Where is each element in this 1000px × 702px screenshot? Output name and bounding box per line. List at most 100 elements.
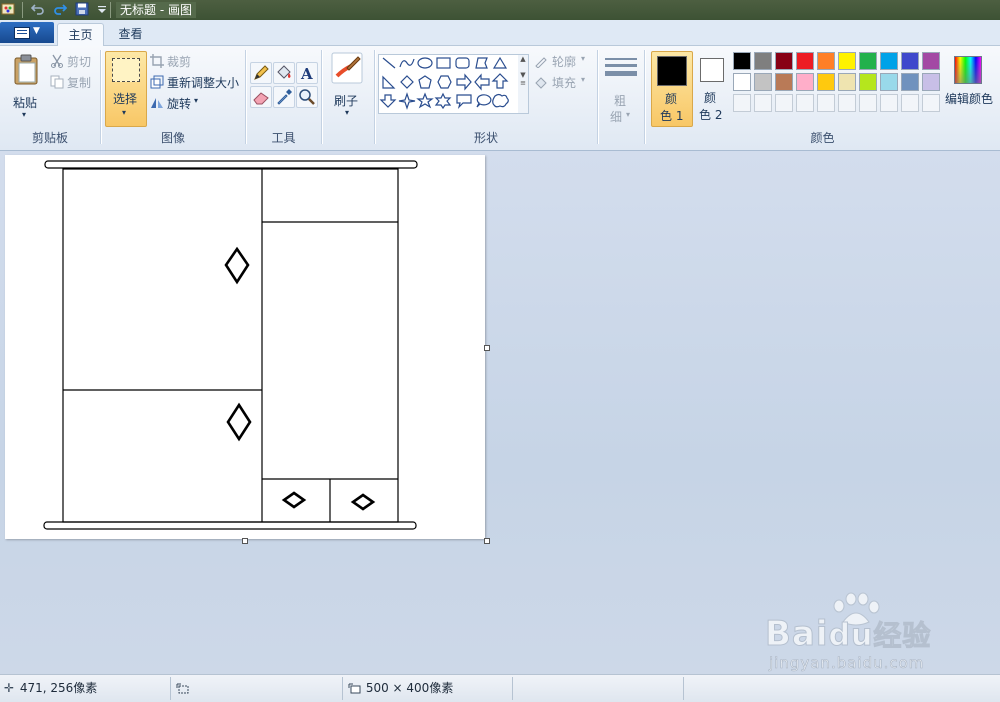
- color-spectrum-icon: [954, 56, 982, 84]
- tab-home[interactable]: 主页: [57, 23, 104, 46]
- magnifier-tool[interactable]: [296, 86, 318, 108]
- brush-icon: [331, 52, 363, 84]
- ribbon-tab-row: ▼ 主页 查看: [0, 20, 1000, 46]
- window-title: 无标题 - 画图: [116, 2, 196, 18]
- canvas-size-icon: [348, 683, 361, 693]
- pencil-tool[interactable]: [250, 62, 272, 84]
- outline-button[interactable]: 轮廓 ▾: [533, 52, 593, 70]
- drawing-canvas[interactable]: [5, 155, 485, 539]
- color-swatch[interactable]: [796, 52, 814, 70]
- chevron-down-icon: ▾: [122, 108, 127, 117]
- colors-group-label: 颜色: [810, 131, 835, 145]
- custom-color-slot[interactable]: [817, 94, 835, 112]
- color-swatch[interactable]: [901, 52, 919, 70]
- canvas-size: 500 × 400像素: [348, 675, 453, 702]
- custom-color-slot[interactable]: [922, 94, 940, 112]
- save-icon[interactable]: [74, 2, 90, 18]
- resize-handle-right[interactable]: [484, 345, 490, 351]
- custom-color-slot[interactable]: [733, 94, 751, 112]
- tab-view[interactable]: 查看: [108, 23, 153, 45]
- brushes-label: 刷子: [334, 94, 359, 108]
- tools-group-label: 工具: [271, 131, 296, 145]
- resize-label: 重新调整大小: [167, 76, 240, 90]
- color-swatch[interactable]: [817, 52, 835, 70]
- select-button[interactable]: 选择 ▾: [105, 51, 147, 127]
- app-icon[interactable]: [0, 2, 16, 18]
- color-swatch[interactable]: [817, 73, 835, 91]
- custom-color-slot[interactable]: [754, 94, 772, 112]
- chevron-down-icon: ▼: [33, 26, 40, 36]
- color-swatch[interactable]: [754, 52, 772, 70]
- color-swatch[interactable]: [922, 73, 940, 91]
- custom-color-slot[interactable]: [901, 94, 919, 112]
- status-bar: ✛ 471, 256像素 500 × 400像素: [0, 674, 1000, 702]
- rotate-label: 旋转: [167, 97, 192, 111]
- clipboard-group-label: 剪贴板: [31, 131, 68, 145]
- chevron-down-icon: ▾: [345, 108, 350, 117]
- redo-icon[interactable]: [52, 2, 68, 18]
- eraser-tool[interactable]: [250, 86, 272, 108]
- cut-button[interactable]: 剪切: [48, 52, 98, 70]
- custom-color-slot[interactable]: [796, 94, 814, 112]
- undo-icon[interactable]: [30, 2, 46, 18]
- crop-button[interactable]: 裁剪: [149, 52, 209, 70]
- text-tool[interactable]: A: [296, 62, 318, 84]
- custom-color-slot[interactable]: [859, 94, 877, 112]
- color1-swatch: [657, 56, 687, 86]
- select-label: 选择: [113, 92, 138, 106]
- color-swatch[interactable]: [796, 73, 814, 91]
- outline-label: 轮廓: [552, 55, 577, 69]
- pencil-icon: [254, 65, 269, 80]
- color-swatch[interactable]: [775, 52, 793, 70]
- color-swatch[interactable]: [733, 73, 751, 91]
- clipboard-icon: [14, 54, 38, 85]
- paste-label: 粘贴: [13, 96, 38, 110]
- outline-icon: [535, 57, 547, 68]
- color-swatch[interactable]: [859, 52, 877, 70]
- handle-diamond: [224, 246, 250, 285]
- color-swatch[interactable]: [838, 73, 856, 91]
- custom-color-slot[interactable]: [775, 94, 793, 112]
- color-swatch[interactable]: [880, 52, 898, 70]
- rotate-button[interactable]: 旋转 ▾: [149, 94, 209, 112]
- handle-diamond: [281, 491, 307, 509]
- edit-colors-button[interactable]: 编辑颜色: [944, 54, 994, 126]
- color1-button[interactable]: 颜 色 1: [651, 51, 693, 127]
- color-swatch[interactable]: [922, 52, 940, 70]
- customize-toolbar-icon[interactable]: [94, 2, 110, 18]
- shapes-scrollbar[interactable]: ▲ ▼ ≡: [518, 54, 529, 114]
- color-swatch[interactable]: [775, 73, 793, 91]
- selection-icon: [176, 683, 189, 693]
- copy-button[interactable]: 复制: [48, 73, 98, 91]
- brushes-button[interactable]: 刷子 ▾: [326, 50, 370, 122]
- fill-button[interactable]: 填充 ▾: [533, 73, 593, 91]
- paste-button[interactable]: 粘贴 ▾: [8, 52, 44, 119]
- color-swatch[interactable]: [880, 73, 898, 91]
- magnifier-icon: [299, 89, 315, 105]
- resize-handle-corner[interactable]: [484, 538, 490, 544]
- color-swatch[interactable]: [838, 52, 856, 70]
- paint-menu-button[interactable]: ▼: [0, 22, 54, 43]
- resize-button[interactable]: 重新调整大小: [149, 73, 241, 91]
- size-button[interactable]: 粗 细 ▾: [602, 52, 640, 124]
- scissors-icon: [51, 54, 63, 68]
- fill-label: 填充: [552, 76, 577, 90]
- color2-button[interactable]: 颜 色 2: [695, 51, 727, 125]
- color-swatch[interactable]: [733, 52, 751, 70]
- cursor-position-text: 471, 256像素: [19, 681, 98, 695]
- resize-handle-bottom[interactable]: [242, 538, 248, 544]
- color-picker-tool[interactable]: [273, 86, 295, 108]
- menu-icon: [14, 27, 30, 39]
- size-line-icon: [605, 58, 637, 60]
- text-icon: A: [300, 65, 313, 83]
- custom-color-slot[interactable]: [838, 94, 856, 112]
- color2-swatch: [700, 58, 724, 82]
- shapes-gallery[interactable]: [378, 54, 520, 114]
- custom-color-slot[interactable]: [880, 94, 898, 112]
- color-swatch[interactable]: [859, 73, 877, 91]
- fill-tool[interactable]: [273, 62, 295, 84]
- color-swatch[interactable]: [901, 73, 919, 91]
- color-swatch[interactable]: [754, 73, 772, 91]
- chevron-down-icon: ▾: [22, 110, 27, 119]
- title-bar: 无标题 - 画图: [0, 0, 1000, 20]
